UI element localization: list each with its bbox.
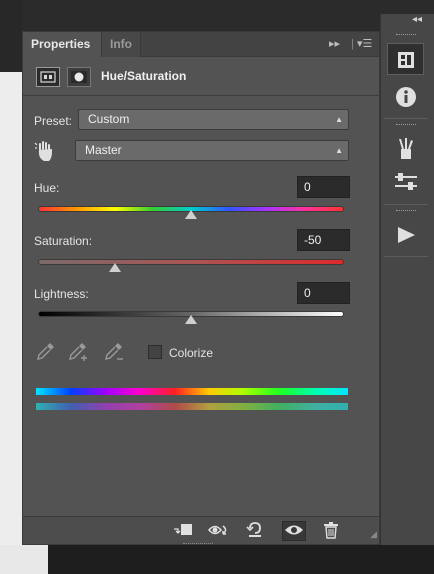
visibility-eye-icon[interactable] (282, 521, 306, 541)
properties-panel: Properties Info ▸▸ | ▾☰ Hue/Saturation P… (22, 31, 380, 546)
reset-icon[interactable] (243, 521, 267, 541)
hue-label: Hue: (34, 181, 60, 195)
mask-icon[interactable] (67, 67, 91, 87)
saturation-slider-thumb[interactable] (108, 263, 121, 272)
select-arrows-icon: ▲ (335, 115, 343, 124)
saturation-slider-track[interactable] (38, 259, 344, 265)
delete-trash-icon[interactable] (319, 521, 343, 541)
document-canvas (0, 72, 22, 574)
play-actions-icon[interactable] (387, 219, 424, 251)
dock-grip[interactable] (396, 210, 416, 213)
dock-separator (384, 204, 428, 205)
dock-grip[interactable] (396, 34, 416, 37)
view-previous-state-icon[interactable] (207, 521, 231, 541)
saturation-value-field[interactable]: -50 (297, 229, 350, 251)
targeted-adjustment-hand-icon[interactable] (34, 140, 58, 164)
info-icon[interactable] (387, 81, 424, 113)
preset-value: Custom (88, 112, 130, 126)
adjustment-layer-icon[interactable] (36, 67, 60, 87)
select-arrows-icon: ▲ (335, 146, 343, 155)
brushes-icon[interactable] (387, 133, 424, 165)
panel-tab-bar: Properties Info ▸▸ | ▾☰ (23, 32, 379, 57)
tab-info[interactable]: Info (101, 32, 141, 57)
preset-label: Preset: (34, 114, 73, 128)
properties-panel-icon[interactable] (387, 43, 424, 75)
panel-header: Hue/Saturation (23, 58, 379, 96)
lightness-label: Lightness: (34, 287, 89, 301)
output-color-bar (36, 403, 348, 410)
eyedropper-icon[interactable] (36, 341, 58, 363)
double-chevron-right-icon[interactable]: ▸▸ (329, 32, 340, 57)
channel-value: Master (85, 143, 122, 157)
adjustments-sliders-icon[interactable] (387, 166, 424, 198)
colorize-checkbox[interactable] (148, 345, 162, 359)
bottom-strip (0, 545, 434, 574)
divider-icon: | (351, 38, 354, 50)
hue-value-field[interactable]: 0 (297, 176, 350, 198)
dock-separator (384, 256, 428, 257)
input-color-bar (36, 388, 348, 395)
panel-title: Hue/Saturation (101, 69, 187, 83)
resize-grip-icon[interactable]: ◢ (370, 529, 377, 540)
lightness-slider-thumb[interactable] (185, 315, 197, 324)
channel-select[interactable]: Master ▲ (75, 140, 349, 161)
panel-footer: ◢ (23, 516, 379, 546)
collapse-dock-icon[interactable]: ◂◂ (412, 14, 422, 25)
saturation-label: Saturation: (34, 234, 93, 248)
dock-grip[interactable] (396, 124, 416, 127)
tab-properties[interactable]: Properties (23, 32, 101, 57)
panel-menu-icon[interactable]: ▾☰ (357, 32, 372, 57)
preset-select[interactable]: Custom ▲ (78, 109, 349, 130)
clip-to-layer-icon[interactable] (171, 521, 195, 541)
dock-separator (384, 118, 428, 119)
eyedropper-minus-icon[interactable] (103, 341, 125, 363)
colorize-label: Colorize (169, 346, 214, 360)
document-canvas-bottom (0, 545, 48, 574)
eyedropper-plus-icon[interactable] (67, 341, 89, 363)
lightness-value-field[interactable]: 0 (297, 282, 350, 304)
hue-slider-thumb[interactable] (185, 210, 197, 219)
